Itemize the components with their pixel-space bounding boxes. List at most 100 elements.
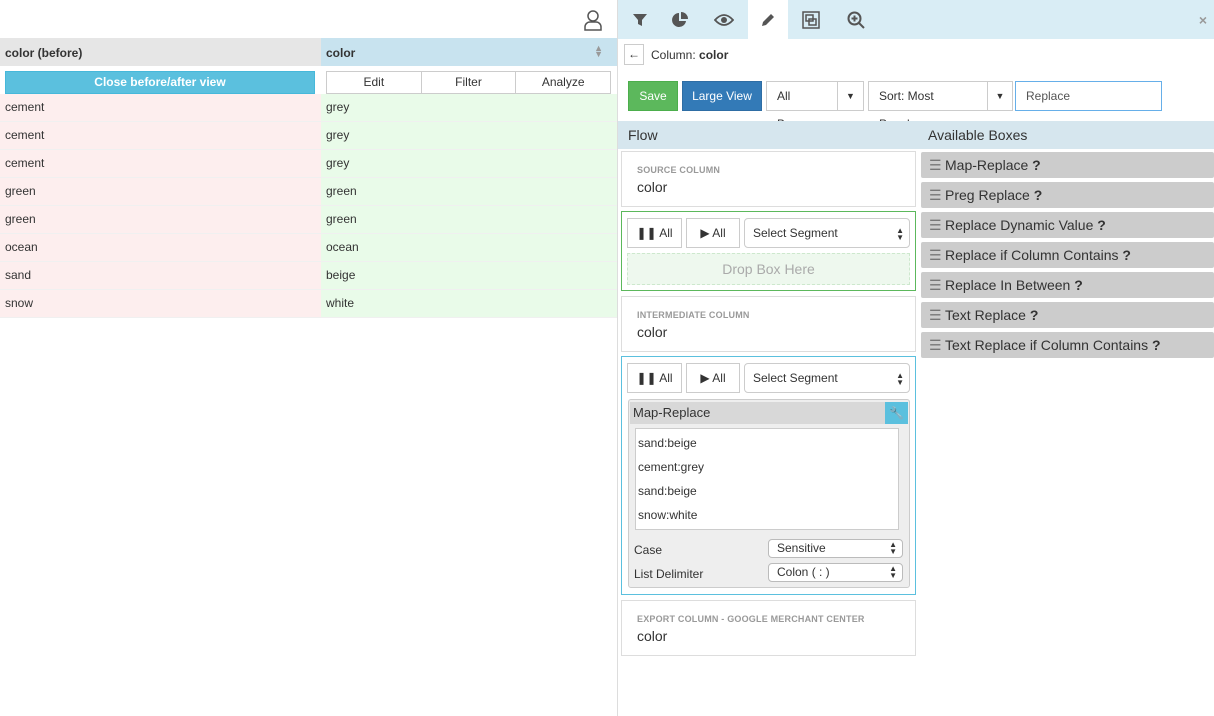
- column-title: Column: color: [651, 48, 729, 62]
- map-line: cement:grey: [638, 460, 705, 474]
- available-box[interactable]: ☰ Replace In Between ?: [921, 272, 1214, 298]
- play-all-button[interactable]: ▶ All: [686, 218, 740, 248]
- edit-panel: × ← Column: color Save Large View All Bo…: [617, 0, 1214, 716]
- list-delimiter-select[interactable]: Colon ( : ) ▲ ▼: [768, 563, 903, 582]
- help-icon[interactable]: ?: [1032, 157, 1041, 173]
- column-header-before[interactable]: color (before): [0, 38, 321, 66]
- play-all-button[interactable]: ▶ All: [686, 363, 740, 393]
- map-line: sand:beige: [638, 484, 697, 498]
- flow-header: Flow Available Boxes: [618, 121, 1214, 149]
- column-header-color[interactable]: color ▲ ▼: [321, 38, 617, 66]
- list-delimiter-label: List Delimiter: [634, 567, 704, 581]
- case-select[interactable]: Sensitive ▲ ▼: [768, 539, 903, 558]
- column-actions: Edit Filter Analyze: [326, 71, 611, 94]
- edit-button[interactable]: Edit: [327, 72, 422, 93]
- map-line: sand:beige: [638, 436, 697, 450]
- box-title[interactable]: Map-Replace: [630, 402, 908, 424]
- available-box[interactable]: ☰ Text Replace if Column Contains ?: [921, 332, 1214, 358]
- large-view-button[interactable]: Large View: [682, 81, 762, 111]
- sort-dropdown[interactable]: Sort: Most Popular: [868, 81, 988, 131]
- pie-chart-icon: [672, 11, 688, 27]
- analyze-button[interactable]: Analyze: [516, 72, 610, 93]
- close-before-after-button[interactable]: Close before/after view: [5, 71, 315, 94]
- save-button[interactable]: Save: [628, 81, 678, 111]
- available-box[interactable]: ☰ Map-Replace ?: [921, 152, 1214, 178]
- cell-after[interactable]: green: [321, 206, 617, 234]
- pencil-icon: [762, 13, 774, 26]
- table-row: ocean ocean: [0, 234, 617, 262]
- segment-dropzone-1: ❚❚ All ▶ All Select Segment ▲ ▼ Drop Box H…: [621, 211, 916, 291]
- cell-before[interactable]: cement: [0, 122, 321, 150]
- cell-after[interactable]: grey: [321, 94, 617, 122]
- tab-edit[interactable]: [748, 0, 788, 39]
- help-icon[interactable]: ?: [1097, 217, 1106, 233]
- tab-analyze[interactable]: [660, 0, 700, 39]
- filter-icon: [633, 13, 647, 26]
- back-arrow-icon[interactable]: ←: [624, 44, 644, 65]
- cell-before[interactable]: green: [0, 178, 321, 206]
- cell-before[interactable]: green: [0, 206, 321, 234]
- drag-handle-icon[interactable]: ☰: [929, 152, 942, 178]
- map-textarea[interactable]: sand:beige cement:grey sand:beige snow:whit…: [635, 428, 899, 530]
- source-column-card: SOURCE COLUMN color: [621, 151, 916, 207]
- help-icon[interactable]: ?: [1152, 337, 1161, 353]
- tab-transform[interactable]: [791, 0, 831, 39]
- zoom-in-icon: [847, 11, 865, 29]
- pause-all-button[interactable]: ❚❚ All: [627, 218, 682, 248]
- drag-handle-icon[interactable]: ☰: [929, 302, 942, 328]
- drop-box-zone[interactable]: Drop Box Here: [627, 253, 910, 285]
- drag-handle-icon[interactable]: ☰: [929, 332, 942, 358]
- column-header-label: color: [326, 46, 356, 60]
- all-boxes-dropdown[interactable]: All Boxes: [766, 81, 838, 131]
- available-box[interactable]: ☰ Preg Replace ?: [921, 182, 1214, 208]
- drag-handle-icon[interactable]: ☰: [929, 272, 942, 298]
- sort-caret-icon[interactable]: ▼: [987, 81, 1013, 111]
- tab-view[interactable]: [704, 0, 744, 39]
- table-row: cement grey: [0, 122, 617, 150]
- select-segment-dropdown[interactable]: Select Segment ▲ ▼: [744, 218, 910, 248]
- case-label: Case: [634, 543, 663, 557]
- drag-handle-icon[interactable]: ☰: [929, 182, 942, 208]
- map-replace-box: Map-Replace 🔧 sand:beige cement:grey sand:…: [628, 399, 910, 588]
- help-icon[interactable]: ?: [1034, 187, 1043, 203]
- cell-after[interactable]: green: [321, 178, 617, 206]
- table-row: snow white: [0, 290, 617, 318]
- all-boxes-caret-icon[interactable]: ▼: [837, 81, 864, 111]
- select-segment-dropdown[interactable]: Select Segment ▲ ▼: [744, 363, 910, 393]
- tab-zoom[interactable]: [836, 0, 876, 39]
- pause-all-button[interactable]: ❚❚ All: [627, 363, 682, 393]
- cell-after[interactable]: grey: [321, 122, 617, 150]
- cell-after[interactable]: ocean: [321, 234, 617, 262]
- available-boxes-label: Available Boxes: [928, 127, 1028, 143]
- data-table: color (before) color ▲ ▼ Close before/afte…: [0, 0, 617, 716]
- map-line: snow:white: [638, 508, 698, 522]
- tab-filter[interactable]: [620, 0, 660, 39]
- box-search-input[interactable]: [1015, 81, 1162, 111]
- cell-before[interactable]: sand: [0, 262, 321, 290]
- help-icon[interactable]: ?: [1074, 277, 1083, 293]
- cell-before[interactable]: cement: [0, 94, 321, 122]
- cell-after[interactable]: beige: [321, 262, 617, 290]
- sort-icon[interactable]: ▲ ▼: [594, 44, 603, 59]
- cell-after[interactable]: grey: [321, 150, 617, 178]
- filter-button[interactable]: Filter: [422, 72, 517, 93]
- user-icon[interactable]: [583, 9, 603, 31]
- available-box[interactable]: ☰ Text Replace ?: [921, 302, 1214, 328]
- drag-handle-icon[interactable]: ☰: [929, 212, 942, 238]
- cell-before[interactable]: cement: [0, 150, 321, 178]
- crop-icon: [802, 10, 820, 29]
- cell-before[interactable]: ocean: [0, 234, 321, 262]
- panel-tabs: ×: [618, 0, 1214, 39]
- segment-dropzone-2: ❚❚ All ▶ All Select Segment ▲ ▼ Map-Replac…: [621, 356, 916, 595]
- close-icon[interactable]: ×: [1199, 12, 1207, 28]
- cell-after[interactable]: white: [321, 290, 617, 318]
- help-icon[interactable]: ?: [1122, 247, 1131, 263]
- available-box[interactable]: ☰ Replace if Column Contains ?: [921, 242, 1214, 268]
- table-row: green green: [0, 178, 617, 206]
- wrench-icon[interactable]: 🔧: [885, 402, 908, 424]
- cell-before[interactable]: snow: [0, 290, 321, 318]
- table-row: cement grey: [0, 94, 617, 122]
- help-icon[interactable]: ?: [1030, 307, 1039, 323]
- drag-handle-icon[interactable]: ☰: [929, 242, 942, 268]
- available-box[interactable]: ☰ Replace Dynamic Value ?: [921, 212, 1214, 238]
